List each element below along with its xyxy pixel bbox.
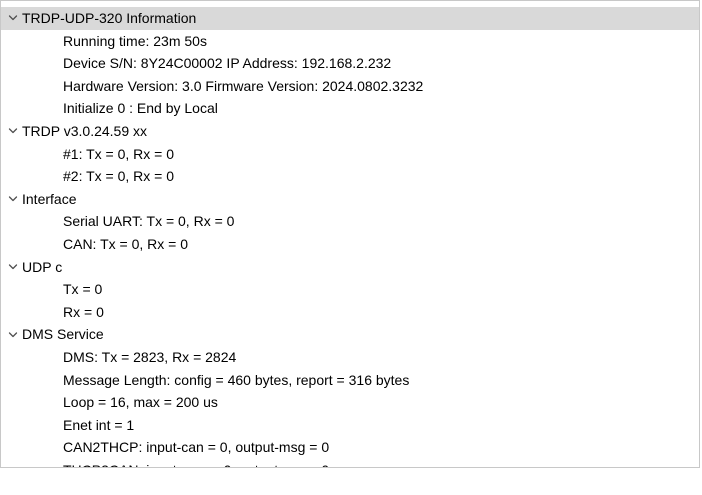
tree-item[interactable]: #2: Tx = 0, Rx = 0 [1,165,699,188]
tree-item[interactable]: Loop = 16, max = 200 us [1,391,699,414]
tree-item-label: Device S/N: 8Y24C00002 IP Address: 192.1… [63,55,392,72]
tree-item[interactable]: #1: Tx = 0, Rx = 0 [1,143,699,166]
tree-item-label: DMS: Tx = 2823, Rx = 2824 [63,348,237,365]
tree-node[interactable]: UDP c [1,256,699,279]
tree: TRDP-UDP-320 Information Running time: 23… [1,7,699,467]
tree-node-label: TRDP v3.0.24.59 xx [22,122,148,139]
tree-item-label: Serial UART: Tx = 0, Rx = 0 [63,213,235,230]
tree-node-label: DMS Service [22,326,104,343]
tree-item-label: Tx = 0 [63,281,103,298]
tree-item-label: THCP2CAN: input-msg = 0, output-can = 0 [63,459,329,467]
tree-item-label: CAN2THCP: input-can = 0, output-msg = 0 [63,439,330,456]
tree-item[interactable]: Device S/N: 8Y24C00002 IP Address: 192.1… [1,52,699,75]
tree-item[interactable]: Message Length: config = 460 bytes, repo… [1,369,699,392]
tree-item[interactable]: Running time: 23m 50s [1,30,699,53]
tree-item[interactable]: Hardware Version: 3.0 Firmware Version: … [1,75,699,98]
tree-item-label: Enet int = 1 [63,416,135,433]
tree-item[interactable]: DMS: Tx = 2823, Rx = 2824 [1,346,699,369]
tree-node[interactable]: Interface [1,188,699,211]
tree-item[interactable]: Serial UART: Tx = 0, Rx = 0 [1,210,699,233]
tree-node-label: TRDP-UDP-320 Information [22,10,197,26]
chevron-down-icon[interactable] [6,7,20,30]
tree-item[interactable]: CAN: Tx = 0, Rx = 0 [1,233,699,256]
tree-item-label: CAN: Tx = 0, Rx = 0 [63,235,189,252]
tree-item-label: #2: Tx = 0, Rx = 0 [63,168,175,185]
tree-item-label: #1: Tx = 0, Rx = 0 [63,145,175,162]
chevron-down-icon[interactable] [6,256,20,279]
tree-item[interactable]: Rx = 0 [1,301,699,324]
tree-view-panel[interactable]: TRDP-UDP-320 Information Running time: 23… [0,0,700,468]
tree-item[interactable]: Enet int = 1 [1,414,699,437]
tree-item-label: Initialize 0 : End by Local [63,100,218,117]
tree-item-label: Running time: 23m 50s [63,32,207,49]
tree-node[interactable]: DMS Service [1,323,699,346]
tree-item-label: Hardware Version: 3.0 Firmware Version: … [63,77,424,94]
chevron-down-icon[interactable] [6,120,20,143]
tree-item-label: Loop = 16, max = 200 us [63,394,218,411]
tree-item[interactable]: Initialize 0 : End by Local [1,97,699,120]
tree-item-label: Message Length: config = 460 bytes, repo… [63,371,410,388]
tree-node[interactable]: TRDP-UDP-320 Information [1,7,699,30]
tree-node[interactable]: TRDP v3.0.24.59 xx [1,120,699,143]
tree-item[interactable]: Tx = 0 [1,278,699,301]
tree-node-label: Interface [22,190,77,207]
tree-item[interactable]: CAN2THCP: input-can = 0, output-msg = 0 [1,436,699,459]
chevron-down-icon[interactable] [6,188,20,211]
chevron-down-icon[interactable] [6,323,20,346]
tree-node-label: UDP c [22,258,63,275]
tree-item-label: Rx = 0 [63,303,104,320]
tree-item[interactable]: THCP2CAN: input-msg = 0, output-can = 0 [1,459,699,467]
